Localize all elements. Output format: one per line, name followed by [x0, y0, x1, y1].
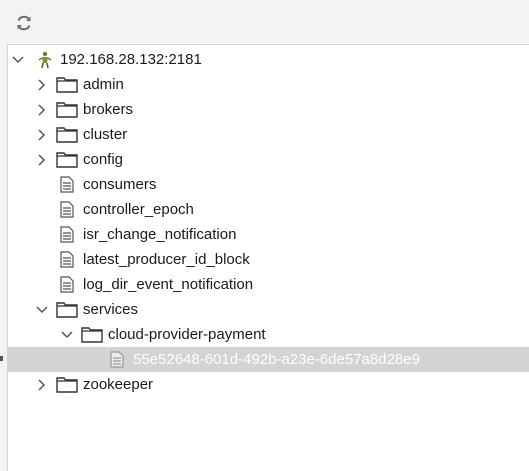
- tree-node-label: zookeeper: [83, 376, 154, 393]
- folder-icon: [56, 301, 78, 319]
- chevron-right-icon[interactable]: [36, 103, 48, 116]
- tree-node-label: log_dir_event_notification: [83, 276, 254, 293]
- refresh-button[interactable]: [14, 13, 34, 33]
- tree-node-selected-leaf[interactable]: 55e52648-601d-492b-a23e-6de57a8d28e9: [8, 347, 529, 372]
- tree-node-label: cloud-provider-payment: [108, 326, 266, 343]
- tree-node-zookeeper[interactable]: zookeeper: [8, 372, 529, 397]
- tree-node-controller-epoch[interactable]: controller_epoch: [8, 197, 529, 222]
- document-icon: [106, 351, 128, 369]
- tree-node-cloud-provider-payment[interactable]: cloud-provider-payment: [8, 322, 529, 347]
- tree-node-isr-change-notification[interactable]: isr_change_notification: [8, 222, 529, 247]
- chevron-right-icon[interactable]: [36, 128, 48, 141]
- tree-node-label: cluster: [83, 126, 128, 143]
- tree-node-label: isr_change_notification: [83, 226, 237, 243]
- tree-node-log-dir-event-notification[interactable]: log_dir_event_notification: [8, 272, 529, 297]
- document-icon: [56, 251, 78, 269]
- tree-node-brokers[interactable]: brokers: [8, 97, 529, 122]
- toolbar: [0, 0, 529, 44]
- tree-node-config[interactable]: config: [8, 147, 529, 172]
- chevron-down-icon[interactable]: [12, 54, 24, 66]
- zookeeper-root-icon: [34, 51, 56, 69]
- tree-node-admin[interactable]: admin: [8, 72, 529, 97]
- chevron-right-icon[interactable]: [36, 153, 48, 166]
- tree-node-latest-producer-id-block[interactable]: latest_producer_id_block: [8, 247, 529, 272]
- left-edge-marker: [0, 356, 3, 361]
- tree-node-label: admin: [83, 76, 124, 93]
- tree-node-label: 55e52648-601d-492b-a23e-6de57a8d28e9: [133, 351, 420, 368]
- document-icon: [56, 276, 78, 294]
- znode-tree[interactable]: 192.168.28.132:2181 admin brokers cluste…: [7, 44, 529, 471]
- tree-node-services[interactable]: services: [8, 297, 529, 322]
- chevron-right-icon[interactable]: [36, 378, 48, 391]
- tree-node-label: consumers: [83, 176, 157, 193]
- tree-root-label: 192.168.28.132:2181: [60, 51, 202, 68]
- tree-root-node[interactable]: 192.168.28.132:2181: [8, 47, 529, 72]
- tree-node-label: controller_epoch: [83, 201, 194, 218]
- document-icon: [56, 201, 78, 219]
- folder-icon: [56, 76, 78, 94]
- tree-node-label: brokers: [83, 101, 134, 118]
- tree-node-label: latest_producer_id_block: [83, 251, 250, 268]
- tree-node-label: config: [83, 151, 124, 168]
- folder-icon: [56, 151, 78, 169]
- folder-icon: [56, 101, 78, 119]
- chevron-down-icon[interactable]: [61, 329, 73, 341]
- tree-node-consumers[interactable]: consumers: [8, 172, 529, 197]
- refresh-icon: [17, 15, 31, 31]
- folder-icon: [56, 376, 78, 394]
- folder-icon: [56, 126, 78, 144]
- document-icon: [56, 176, 78, 194]
- document-icon: [56, 226, 78, 244]
- tree-node-cluster[interactable]: cluster: [8, 122, 529, 147]
- chevron-down-icon[interactable]: [36, 304, 48, 316]
- chevron-right-icon[interactable]: [36, 78, 48, 91]
- tree-node-label: services: [83, 301, 139, 318]
- folder-icon: [81, 326, 103, 344]
